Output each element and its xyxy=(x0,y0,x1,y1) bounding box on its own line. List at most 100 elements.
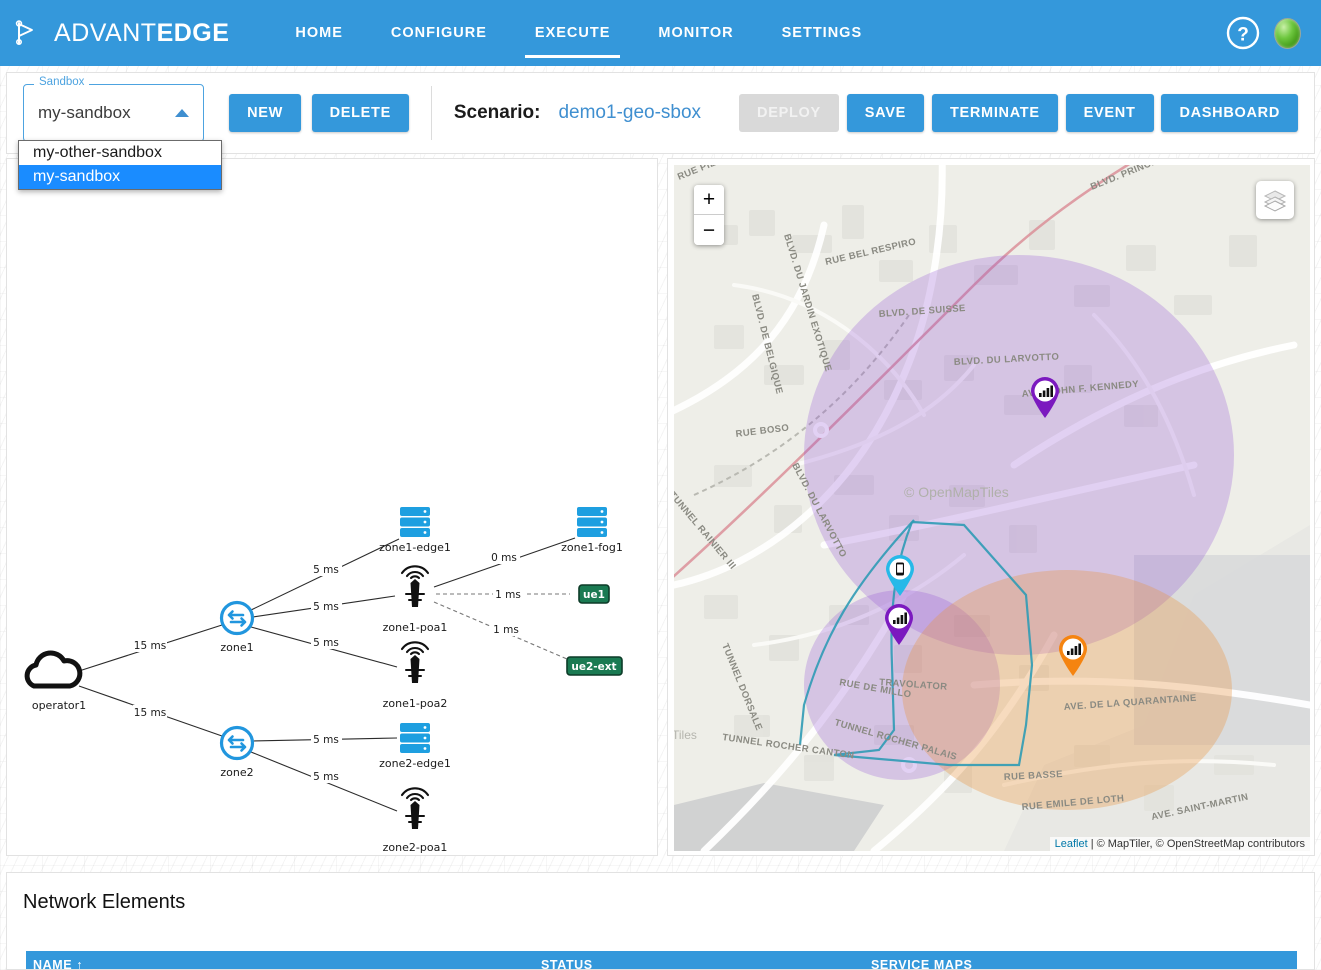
edge-label-group: 5 ms xyxy=(311,635,342,649)
node-label-zone2-poa1: zone2-poa1 xyxy=(383,841,448,854)
edge-label-group: 15 ms xyxy=(133,705,167,719)
brand-low: A xyxy=(54,18,72,47)
network-topology-panel[interactable]: 15 ms 15 ms 5 ms 5 ms 5 ms 5 ms 5 ms 0 m… xyxy=(6,158,658,856)
topology-node-zone1-poa2[interactable]: zone1-poa2 xyxy=(383,641,448,710)
map-watermark-2: Tiles xyxy=(674,728,697,742)
sandbox-dropdown-list: my-other-sandbox my-sandbox xyxy=(18,140,222,190)
edge-label-poa1-ue2ext: 1 ms xyxy=(493,624,519,636)
play-flag-icon xyxy=(15,20,33,45)
node-label-zone2: zone2 xyxy=(220,766,253,779)
sandbox-selected-value: my-sandbox xyxy=(38,103,131,122)
deploy-button[interactable]: DEPLOY xyxy=(739,94,839,132)
green-status-led[interactable] xyxy=(1274,17,1301,49)
edge-label-group: 0 ms xyxy=(489,550,520,564)
switch-icon xyxy=(219,600,255,636)
topology-node-ue2-ext[interactable]: ue2-ext xyxy=(566,656,623,676)
signal-bars-icon xyxy=(1059,635,1087,676)
event-button[interactable]: EVENT xyxy=(1065,94,1154,132)
toolbar-divider xyxy=(430,86,432,140)
terminate-button[interactable]: TERMINATE xyxy=(931,94,1058,132)
topology-node-zone2-poa1[interactable]: zone2-poa1 xyxy=(383,787,448,854)
map-attribution: Leaflet | © MapTiler, © OpenStreetMap co… xyxy=(1049,837,1310,851)
network-elements-table-header: NAME ↑ STATUS SERVICE MAPS xyxy=(26,951,1297,969)
edge-label-group: 5 ms xyxy=(311,732,342,746)
topology-node-ue1[interactable]: ue1 xyxy=(578,584,610,604)
edge-label-group: 1 ms xyxy=(491,622,522,636)
edge-label-zone1-poa1: 5 ms xyxy=(313,601,339,613)
edge-label-poa1-ue1: 1 ms xyxy=(495,589,521,601)
topology-node-zone2-edge1[interactable]: zone2-edge1 xyxy=(379,723,451,770)
nav-item-settings[interactable]: SETTINGS xyxy=(758,0,887,66)
network-elements-panel: Network Elements NAME ↑ STATUS SERVICE M… xyxy=(6,872,1315,970)
edge-label-group: 5 ms xyxy=(311,769,342,783)
app-logo[interactable] xyxy=(0,18,54,48)
edge-label-operator1-zone2: 15 ms xyxy=(134,707,166,719)
column-header-status[interactable]: STATUS xyxy=(541,958,871,969)
signal-bars-icon xyxy=(1031,377,1059,418)
map-watermark: © OpenMapTiles xyxy=(904,484,1009,500)
edge-label-zone2-poa1: 5 ms xyxy=(313,771,339,783)
sandbox-select[interactable]: Sandbox my-sandbox xyxy=(23,76,205,142)
column-header-service-maps[interactable]: SERVICE MAPS xyxy=(871,958,1171,969)
poa-marker-zone2-poa1[interactable] xyxy=(1057,635,1089,682)
map-zoom-in-button[interactable]: + xyxy=(694,185,724,215)
save-button[interactable]: SAVE xyxy=(846,94,925,132)
poa-marker-zone1-poa1[interactable] xyxy=(1029,377,1061,424)
dashboard-button[interactable]: DASHBOARD xyxy=(1161,94,1298,132)
brand-mid: DVANT xyxy=(71,18,157,47)
node-label-zone1-poa2: zone1-poa2 xyxy=(383,697,448,710)
node-label-operator1: operator1 xyxy=(32,699,86,712)
nav-item-monitor[interactable]: MONITOR xyxy=(634,0,757,66)
delete-sandbox-button[interactable]: DELETE xyxy=(311,94,409,132)
top-navigation-bar: ADVANTEDGE HOME CONFIGURE EXECUTE MONITO… xyxy=(0,0,1321,66)
sandbox-option-my-other-sandbox[interactable]: my-other-sandbox xyxy=(19,141,221,165)
topology-node-zone1-poa1[interactable]: zone1-poa1 xyxy=(383,565,448,634)
geo-map-panel[interactable]: BLVD. PRINCESSE CHARLOTTE RUE BEL RESPIR… xyxy=(667,158,1315,856)
brand-title: ADVANTEDGE xyxy=(54,19,229,48)
switch-icon xyxy=(219,725,255,761)
edge-label-poa1-fog1: 0 ms xyxy=(491,552,517,564)
topology-node-zone1-edge1[interactable]: zone1-edge1 xyxy=(379,507,451,554)
node-label-zone1-edge1: zone1-edge1 xyxy=(379,541,451,554)
zone-coverage-orange xyxy=(902,570,1232,810)
sandbox-legend: Sandbox xyxy=(34,76,90,88)
map-tiles: BLVD. PRINCESSE CHARLOTTE RUE BEL RESPIR… xyxy=(674,165,1310,851)
poa-marker-zone1-poa2[interactable] xyxy=(883,604,915,651)
sandbox-option-my-sandbox[interactable]: my-sandbox xyxy=(19,165,221,189)
map-layers-button[interactable] xyxy=(1256,181,1294,219)
node-label-zone1: zone1 xyxy=(220,641,253,654)
nav-item-configure[interactable]: CONFIGURE xyxy=(367,0,511,66)
node-label-ue1: ue1 xyxy=(583,589,605,601)
node-label-ue2-ext: ue2-ext xyxy=(571,661,616,673)
new-sandbox-button[interactable]: NEW xyxy=(229,94,302,132)
topology-graph: 15 ms 15 ms 5 ms 5 ms 5 ms 5 ms 5 ms 0 m… xyxy=(7,507,623,854)
map-attribution-link[interactable]: Leaflet xyxy=(1055,838,1088,850)
mobile-phone-icon xyxy=(886,555,914,596)
topology-node-operator1[interactable]: operator1 xyxy=(27,653,86,712)
column-header-name[interactable]: NAME ↑ xyxy=(26,958,541,969)
ue-marker-ue1[interactable] xyxy=(884,555,916,602)
topology-node-zone2[interactable]: zone2 xyxy=(219,725,255,780)
map-zoom-control: + − xyxy=(694,185,724,245)
topology-node-zone1-fog1[interactable]: zone1-fog1 xyxy=(561,507,623,554)
nav-right-group: ? xyxy=(1226,16,1321,50)
server-icon xyxy=(400,507,430,537)
edge-label-zone2-edge1: 5 ms xyxy=(313,734,339,746)
antenna-icon xyxy=(400,565,430,609)
question-circle-icon[interactable]: ? xyxy=(1226,16,1260,50)
layers-stack-icon xyxy=(1263,190,1287,212)
network-elements-title: Network Elements xyxy=(23,891,186,913)
edge-label-zone1-edge1: 5 ms xyxy=(313,564,339,576)
svg-text:?: ? xyxy=(1237,25,1249,46)
map-canvas[interactable]: BLVD. PRINCESSE CHARLOTTE RUE BEL RESPIR… xyxy=(674,165,1310,851)
topology-node-zone1[interactable]: zone1 xyxy=(219,600,255,655)
map-attribution-text: | © MapTiler, © OpenStreetMap contributo… xyxy=(1087,838,1305,850)
nav-item-execute[interactable]: EXECUTE xyxy=(511,0,635,66)
scenario-name: demo1-geo-sbox xyxy=(558,102,702,123)
edge-label-group: 5 ms xyxy=(311,562,342,576)
topology-edge-labels: 15 ms 15 ms 5 ms 5 ms 5 ms 5 ms 5 ms 0 m… xyxy=(133,550,524,783)
node-label-zone1-poa1: zone1-poa1 xyxy=(383,621,448,634)
map-zoom-out-button[interactable]: − xyxy=(694,215,724,245)
nav-item-home[interactable]: HOME xyxy=(271,0,367,66)
node-label-zone1-fog1: zone1-fog1 xyxy=(561,541,623,554)
